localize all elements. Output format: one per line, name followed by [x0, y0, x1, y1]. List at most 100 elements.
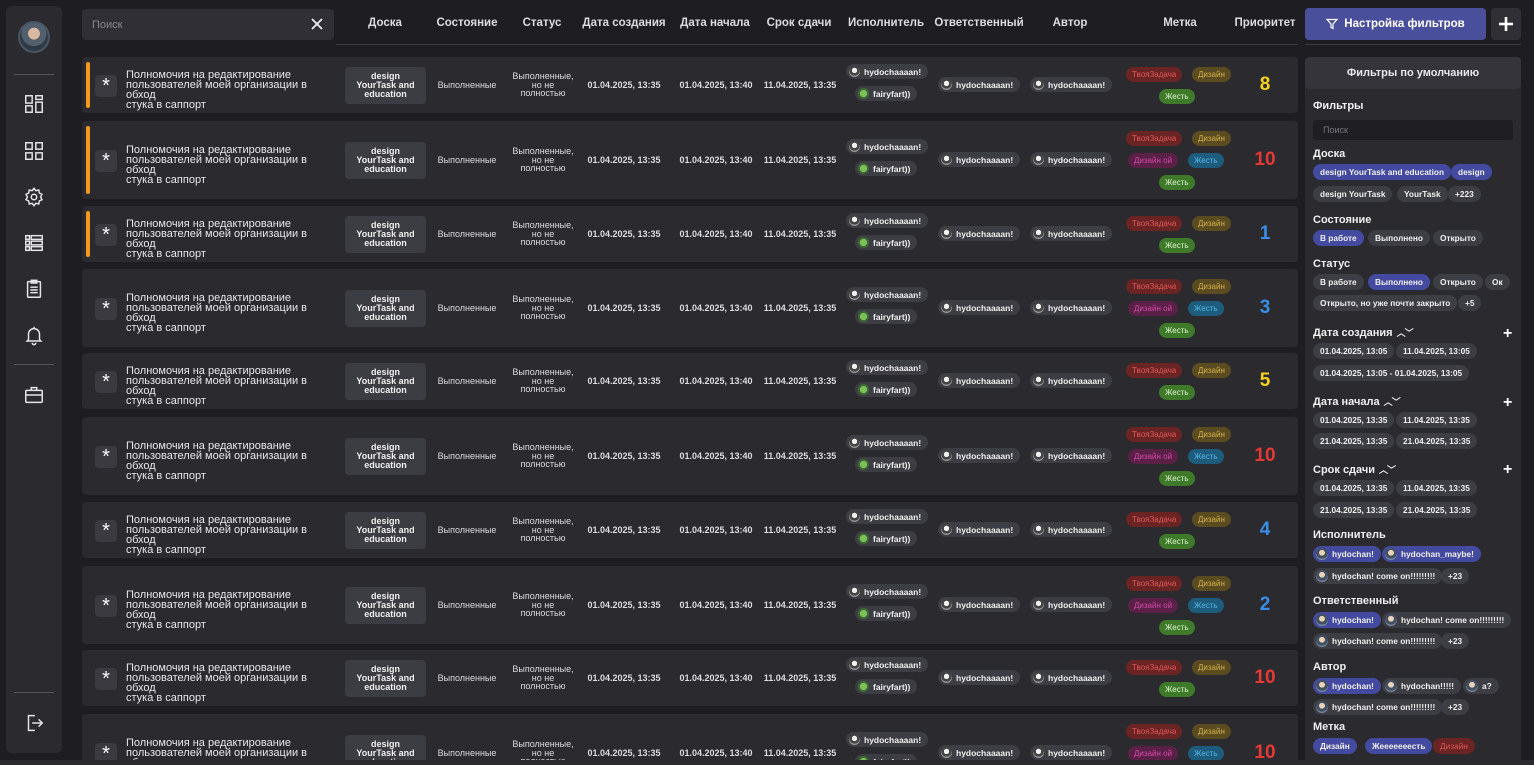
tag-badge[interactable]: ТвояЗадача	[1126, 576, 1183, 591]
task-title[interactable]: Полномочия на редактирование пользовател…	[126, 219, 338, 260]
tag-filter-pill[interactable]: Дизайн	[1313, 738, 1357, 754]
column-header-board[interactable]: Доска	[355, 17, 415, 29]
board-badge[interactable]: design YourTask and education	[345, 67, 426, 104]
tag-badge[interactable]: Жесть	[1188, 449, 1224, 464]
favorite-star-icon[interactable]: *	[95, 150, 117, 172]
assignee-chip[interactable]: hydochaaaan!	[846, 584, 929, 599]
settings-gear-icon[interactable]	[21, 184, 47, 210]
board-badge[interactable]: design YourTask and education	[345, 216, 426, 253]
responsible-chip[interactable]: hydochaaaan!	[938, 77, 1021, 92]
column-header-state[interactable]: Состояние	[432, 17, 502, 29]
responsible-filter-more[interactable]: +23	[1441, 633, 1470, 649]
tag-badge[interactable]: Дизайн	[1192, 576, 1231, 591]
tag-badge[interactable]: Жесть	[1188, 153, 1224, 168]
author-chip[interactable]: hydochaaaan!	[1030, 77, 1113, 92]
task-row[interactable]: * Полномочия на редактирование пользоват…	[82, 121, 1298, 199]
tag-badge[interactable]: ТвояЗадача	[1126, 131, 1183, 146]
responsible-filter-pill[interactable]: hydochan!	[1313, 612, 1381, 628]
assignee-chip[interactable]: fairyfart))	[855, 235, 918, 250]
column-header-responsible[interactable]: Ответственный	[934, 17, 1024, 29]
created-filter-pill[interactable]: 01.04.2025, 13:05	[1313, 343, 1395, 359]
assignee-chip[interactable]: hydochaaaan!	[846, 509, 929, 524]
board-badge[interactable]: design YourTask and education	[345, 512, 426, 549]
board-filter-pill[interactable]: YourTask	[1397, 186, 1448, 202]
task-title[interactable]: Полномочия на редактирование пользовател…	[126, 441, 338, 482]
author-chip[interactable]: hydochaaaan!	[1030, 597, 1113, 612]
tag-badge[interactable]: Жесть	[1159, 682, 1195, 697]
author-chip[interactable]: hydochaaaan!	[1030, 373, 1113, 388]
tag-badge[interactable]: Жесть	[1188, 598, 1224, 613]
assignee-chip[interactable]: hydochaaaan!	[846, 213, 929, 228]
add-start-filter-icon[interactable]: +	[1503, 395, 1512, 411]
tag-badge[interactable]: Дизайн	[1192, 216, 1231, 231]
board-badge[interactable]: design YourTask and education	[345, 587, 426, 624]
responsible-filter-pill[interactable]: hydochan! come on!!!!!!!!!	[1382, 612, 1512, 628]
state-filter-pill[interactable]: В работе	[1313, 230, 1364, 246]
state-filter-pill[interactable]: Открыто	[1433, 230, 1483, 246]
column-header-due[interactable]: Срок сдачи	[762, 17, 836, 29]
bell-icon[interactable]	[21, 322, 47, 348]
board-badge[interactable]: design YourTask and education	[345, 363, 426, 400]
column-header-start[interactable]: Дата начала	[676, 17, 754, 29]
responsible-filter-pill[interactable]: hydochan! come on!!!!!!!!!	[1313, 633, 1443, 649]
tag-badge[interactable]: Дизайн ой	[1128, 449, 1179, 464]
task-row[interactable]: * Полномочия на редактирование пользоват…	[82, 714, 1298, 765]
responsible-chip[interactable]: hydochaaaan!	[938, 152, 1021, 167]
assignee-filter-pill[interactable]: hydochan_maybe!	[1382, 546, 1481, 562]
task-row[interactable]: * Полномочия на редактирование пользоват…	[82, 650, 1298, 706]
favorite-star-icon[interactable]: *	[95, 520, 117, 542]
assignee-filter-pill[interactable]: hydochan! come on!!!!!!!!!	[1313, 568, 1443, 584]
tag-badge[interactable]: Дизайн ой	[1128, 153, 1179, 168]
task-row[interactable]: * Полномочия на редактирование пользоват…	[82, 57, 1298, 113]
favorite-star-icon[interactable]: *	[95, 371, 117, 393]
assignee-chip[interactable]: hydochaaaan!	[846, 287, 929, 302]
responsible-chip[interactable]: hydochaaaan!	[938, 670, 1021, 685]
favorite-star-icon[interactable]: *	[95, 668, 117, 690]
search-input[interactable]	[92, 9, 292, 40]
tag-badge[interactable]: ТвояЗадача	[1126, 279, 1183, 294]
column-header-tag[interactable]: Метка	[1150, 17, 1210, 29]
task-title[interactable]: Полномочия на редактирование пользовател…	[126, 293, 338, 334]
tag-badge[interactable]: Дизайн ой	[1128, 598, 1179, 613]
created-filter-pill[interactable]: 11.04.2025, 13:05	[1396, 343, 1477, 359]
start-filter-pill[interactable]: 21.04.2025, 13:35	[1396, 433, 1478, 449]
assignee-chip[interactable]: hydochaaaan!	[846, 64, 929, 79]
add-due-filter-icon[interactable]: +	[1503, 462, 1512, 478]
tag-badge[interactable]: ТвояЗадача	[1126, 216, 1183, 231]
assignee-chip[interactable]: fairyfart))	[855, 531, 918, 546]
assignee-chip[interactable]: fairyfart))	[855, 382, 918, 397]
start-filter-pill[interactable]: 11.04.2025, 13:35	[1396, 412, 1477, 428]
author-filter-pill[interactable]: hydochan!	[1313, 678, 1381, 694]
favorite-star-icon[interactable]: *	[95, 446, 117, 468]
responsible-chip[interactable]: hydochaaaan!	[938, 448, 1021, 463]
column-header-priority[interactable]: Приоритет	[1232, 17, 1298, 29]
sort-toggle-icon[interactable]: ︿﹀	[1384, 395, 1401, 408]
filter-settings-button[interactable]: Настройка фильтров	[1305, 8, 1486, 40]
author-chip[interactable]: hydochaaaan!	[1030, 522, 1113, 537]
author-filter-pill[interactable]: hydochan! come on!!!!!!!!!	[1313, 699, 1443, 715]
assignee-chip[interactable]: fairyfart))	[855, 457, 918, 472]
task-row[interactable]: * Полномочия на редактирование пользоват…	[82, 353, 1298, 409]
task-row[interactable]: * Полномочия на редактирование пользоват…	[82, 206, 1298, 262]
tag-badge[interactable]: Жесть	[1159, 175, 1195, 190]
tag-badge[interactable]: Дизайн	[1192, 427, 1231, 442]
assignee-filter-pill[interactable]: hydochan!	[1313, 546, 1381, 562]
assignee-chip[interactable]: hydochaaaan!	[846, 435, 929, 450]
column-header-assignee[interactable]: Исполнитель	[846, 17, 926, 29]
tag-badge[interactable]: ТвояЗадача	[1126, 724, 1183, 739]
author-filter-pill[interactable]: a?	[1463, 678, 1499, 694]
tag-badge[interactable]: ТвояЗадача	[1126, 512, 1183, 527]
tag-badge[interactable]: Дизайн ой	[1128, 301, 1179, 316]
bottom-scrollbar[interactable]	[0, 760, 1534, 765]
responsible-chip[interactable]: hydochaaaan!	[938, 226, 1021, 241]
board-filter-pill[interactable]: design	[1451, 164, 1492, 180]
author-filter-more[interactable]: +23	[1441, 699, 1470, 715]
tag-badge[interactable]: ТвояЗадача	[1126, 427, 1183, 442]
grid-icon[interactable]	[21, 138, 47, 164]
list-icon[interactable]	[21, 230, 47, 256]
column-header-status[interactable]: Статус	[512, 17, 572, 29]
assignee-chip[interactable]: hydochaaaan!	[846, 139, 929, 154]
briefcase-icon[interactable]	[21, 382, 47, 408]
tag-badge[interactable]: Жесть	[1159, 89, 1195, 104]
tag-badge[interactable]: ТвояЗадача	[1126, 660, 1183, 675]
